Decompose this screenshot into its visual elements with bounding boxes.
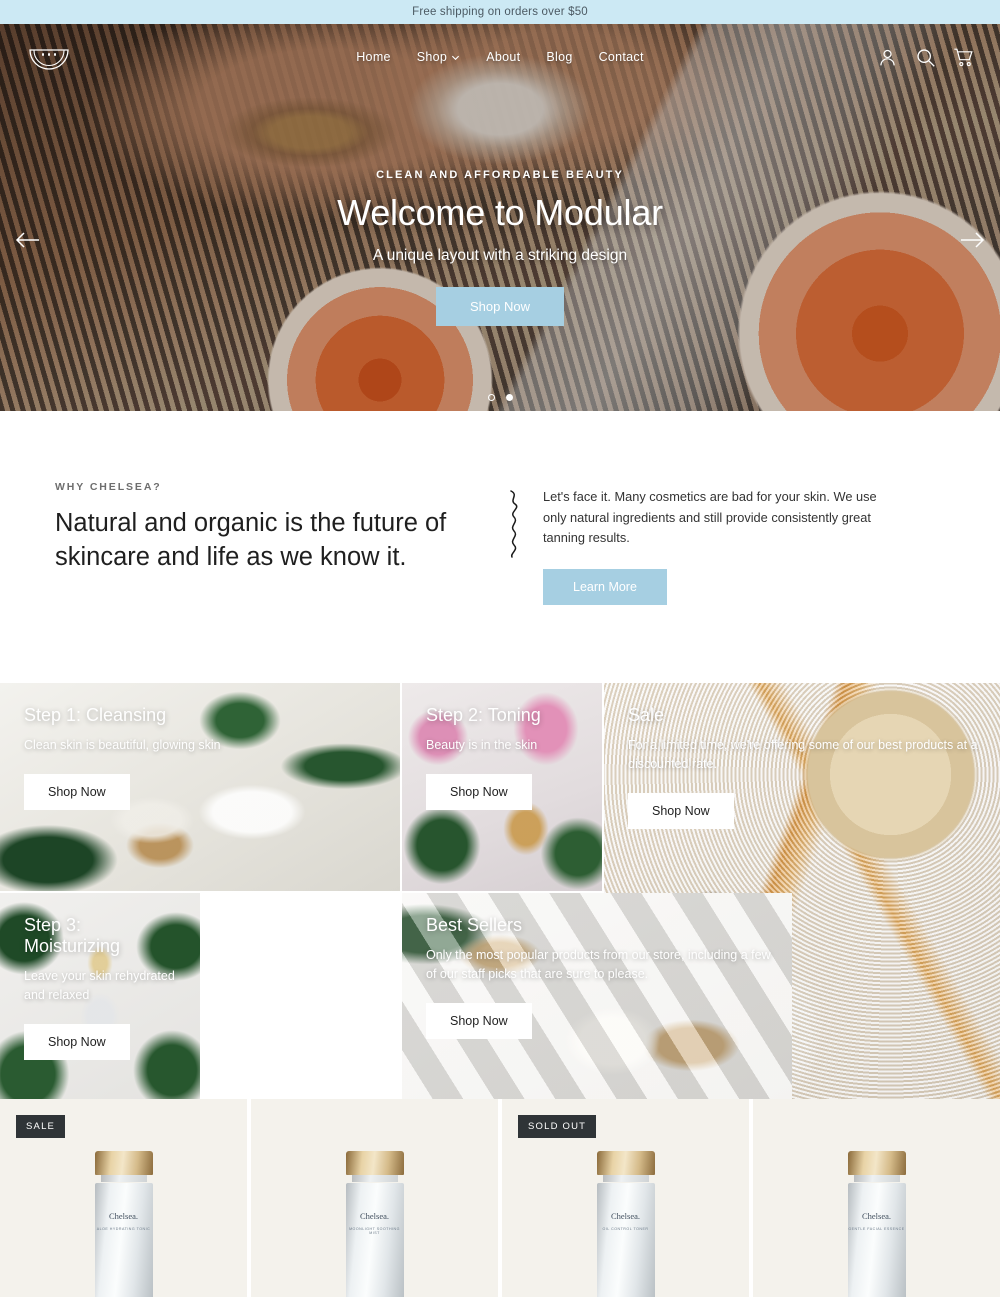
- nav-label: Contact: [598, 50, 644, 64]
- card-description: Clean skin is beautiful, glowing skin: [24, 738, 221, 753]
- collection-card-best-sellers[interactable]: Best Sellers Only the most popular produ…: [402, 893, 792, 1100]
- product-brand: Chelsea.: [610, 1211, 641, 1222]
- bottle-body: Chelsea. MOONLIGHT SOOTHING MIST: [345, 1183, 404, 1297]
- nav-label: Shop: [416, 50, 448, 64]
- cart-icon[interactable]: [953, 47, 974, 68]
- nav-item-blog[interactable]: Blog: [546, 50, 572, 64]
- bottle-cap: [345, 1151, 404, 1176]
- product-name: OIL CONTROL TONER: [602, 1227, 649, 1232]
- site-header: Home Shop About Blog Contact: [0, 24, 1000, 90]
- learn-more-button[interactable]: Learn More: [543, 569, 667, 606]
- carousel-dot-1[interactable]: [487, 394, 495, 401]
- bottle-neck: [100, 1175, 147, 1183]
- product-brand: Chelsea.: [359, 1211, 390, 1222]
- product-name: MOONLIGHT SOOTHING MIST: [349, 1227, 400, 1236]
- why-section: WHY CHELSEA? Natural and organic is the …: [0, 411, 1000, 683]
- hero-title: Welcome to Modular: [337, 192, 663, 233]
- why-heading: Natural and organic is the future of ski…: [55, 509, 447, 571]
- collection-card-moisturizing[interactable]: Step 3: Moisturizing Leave your skin reh…: [0, 893, 200, 1100]
- card-shop-now-button[interactable]: Shop Now: [628, 792, 734, 829]
- card-description: Beauty is in the skin: [426, 738, 538, 753]
- chevron-down-icon: [452, 55, 460, 60]
- collection-card-toning[interactable]: Step 2: Toning Beauty is in the skin Sho…: [402, 683, 602, 892]
- squiggle-icon: [510, 490, 518, 558]
- card-description: For a limited time, we're offering some …: [628, 738, 978, 771]
- why-left-column: WHY CHELSEA? Natural and organic is the …: [55, 481, 485, 605]
- header-actions: [877, 47, 974, 68]
- bottle-cap: [847, 1151, 906, 1176]
- product-card[interactable]: Chelsea. MOONLIGHT SOOTHING MIST: [251, 1099, 498, 1297]
- card-title: Step 3: Moisturizing: [24, 915, 121, 957]
- product-grid: SALE Chelsea. ALOE HYDRATING TONIC Chels…: [0, 1099, 1000, 1297]
- nav-item-home[interactable]: Home: [356, 50, 391, 64]
- nav-label: Blog: [546, 50, 573, 64]
- hero-content: CLEAN AND AFFORDABLE BEAUTY Welcome to M…: [0, 169, 1000, 326]
- collection-grid: Step 1: Cleansing Clean skin is beautifu…: [0, 683, 1000, 1100]
- bottle-body: Chelsea. GENTLE FACIAL ESSENCE: [847, 1183, 906, 1297]
- nav-item-shop[interactable]: Shop: [417, 50, 460, 64]
- hero-carousel: Home Shop About Blog Contact CLEAN AND A…: [0, 24, 1000, 411]
- product-image: Chelsea. GENTLE FACIAL ESSENCE: [847, 1151, 906, 1297]
- status-badge: SALE: [16, 1115, 66, 1139]
- carousel-prev-arrow[interactable]: [14, 229, 40, 251]
- product-card[interactable]: Chelsea. GENTLE FACIAL ESSENCE: [753, 1099, 1000, 1297]
- product-image: Chelsea. OIL CONTROL TONER: [596, 1151, 655, 1297]
- product-name: GENTLE FACIAL ESSENCE: [848, 1227, 905, 1232]
- bottle-neck: [351, 1175, 398, 1183]
- bottle-body: Chelsea. ALOE HYDRATING TONIC: [94, 1183, 153, 1297]
- nav-label: About: [486, 50, 521, 64]
- hero-shop-now-button[interactable]: Shop Now: [436, 287, 564, 326]
- product-brand: Chelsea.: [861, 1211, 892, 1222]
- hero-eyebrow: CLEAN AND AFFORDABLE BEAUTY: [376, 169, 624, 181]
- card-shop-now-button[interactable]: Shop Now: [24, 1023, 130, 1060]
- nav-label: Home: [356, 50, 391, 64]
- squiggle-divider: [485, 481, 543, 605]
- watermelon-logo[interactable]: [26, 40, 72, 74]
- bottle-neck: [853, 1175, 900, 1183]
- bottle-cap: [596, 1151, 655, 1176]
- announcement-text: Free shipping on orders over $50: [412, 6, 588, 18]
- hero-subtitle: A unique layout with a striking design: [372, 247, 628, 264]
- product-image: Chelsea. ALOE HYDRATING TONIC: [94, 1151, 153, 1297]
- why-eyebrow: WHY CHELSEA?: [55, 481, 162, 493]
- bottle-body: Chelsea. OIL CONTROL TONER: [596, 1183, 655, 1297]
- card-shop-now-button[interactable]: Shop Now: [426, 1002, 532, 1039]
- carousel-dots: [0, 394, 1000, 401]
- collection-card-cleansing[interactable]: Step 1: Cleansing Clean skin is beautifu…: [0, 683, 400, 892]
- product-card[interactable]: SOLD OUT Chelsea. OIL CONTROL TONER: [502, 1099, 749, 1297]
- nav-item-about[interactable]: About: [486, 50, 520, 64]
- card-title: Step 1: Cleansing: [24, 705, 167, 726]
- product-brand: Chelsea.: [108, 1211, 139, 1222]
- product-name: ALOE HYDRATING TONIC: [96, 1227, 151, 1232]
- carousel-dot-2[interactable]: [505, 394, 513, 401]
- status-badge: SOLD OUT: [518, 1115, 597, 1139]
- nav-item-contact[interactable]: Contact: [599, 50, 644, 64]
- card-title: Sale: [628, 705, 665, 726]
- account-icon[interactable]: [877, 47, 898, 68]
- why-right-column: Let's face it. Many cosmetics are bad fo…: [543, 481, 945, 606]
- product-image: Chelsea. MOONLIGHT SOOTHING MIST: [345, 1151, 404, 1297]
- card-title: Best Sellers: [426, 915, 523, 936]
- search-icon[interactable]: [915, 47, 936, 68]
- announcement-bar: Free shipping on orders over $50: [0, 0, 1000, 24]
- bottle-neck: [602, 1175, 649, 1183]
- bottle-cap: [94, 1151, 153, 1176]
- card-description: Only the most popular products from our …: [426, 948, 771, 981]
- card-description: Leave your skin rehydrated and relaxed: [24, 969, 175, 1002]
- card-title: Step 2: Toning: [426, 705, 541, 726]
- main-navigation: Home Shop About Blog Contact: [0, 50, 1000, 64]
- carousel-next-arrow[interactable]: [960, 229, 986, 251]
- card-shop-now-button[interactable]: Shop Now: [426, 773, 532, 810]
- card-shop-now-button[interactable]: Shop Now: [24, 773, 130, 810]
- product-card[interactable]: SALE Chelsea. ALOE HYDRATING TONIC: [0, 1099, 247, 1297]
- why-body-text: Let's face it. Many cosmetics are bad fo…: [543, 489, 877, 546]
